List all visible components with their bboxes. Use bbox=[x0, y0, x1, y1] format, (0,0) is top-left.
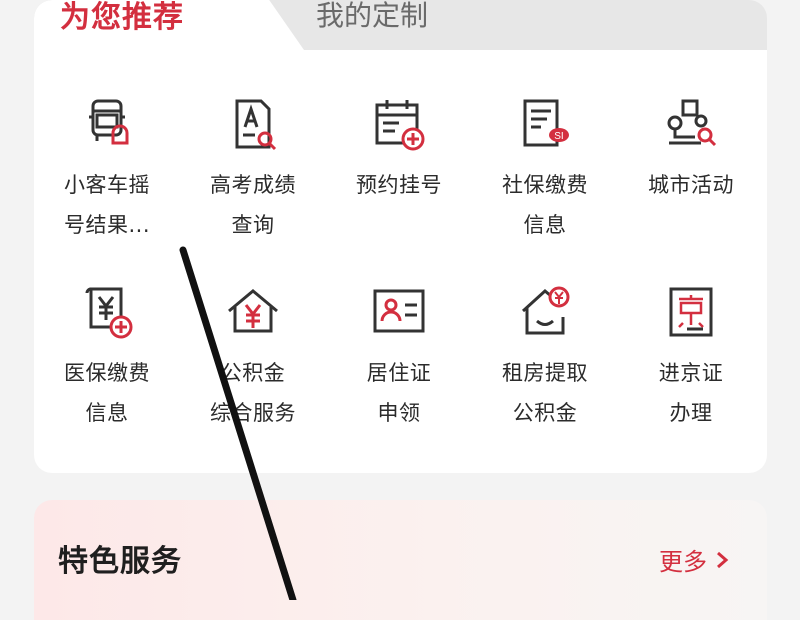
car-lottery-icon bbox=[89, 99, 129, 145]
more-label: 更多 bbox=[659, 548, 707, 576]
service-item-medical-insurance[interactable]: 医保缴费 信息 bbox=[34, 283, 180, 471]
service-label: 租房提取 公积金 bbox=[502, 361, 588, 425]
service-item-social-security[interactable]: SI 社保缴费 信息 bbox=[472, 95, 618, 283]
tab-customized[interactable]: 我的定制 bbox=[316, 0, 428, 34]
medical-insurance-icon bbox=[85, 287, 133, 339]
service-item-appointment[interactable]: 预约挂号 bbox=[326, 95, 472, 283]
tab-recommended-label: 为您推荐 bbox=[60, 0, 184, 35]
service-label: 进京证 办理 bbox=[658, 361, 724, 425]
service-label: 高考成绩 查询 bbox=[210, 173, 296, 237]
recommended-services-card: 小客车摇 号结果... 高考成绩 查询 预约挂号 SI 社保缴费 信息 城市活动… bbox=[34, 50, 767, 473]
beijing-pass-icon bbox=[669, 287, 713, 337]
feature-services-card: 特色服务 更多 bbox=[34, 500, 767, 620]
service-item-rent-withdraw[interactable]: 租房提取 公积金 bbox=[472, 283, 618, 471]
service-item-city-activity[interactable]: 城市活动 bbox=[618, 95, 764, 283]
service-item-car-lottery[interactable]: 小客车摇 号结果... bbox=[34, 95, 180, 283]
service-label: 医保缴费 信息 bbox=[64, 361, 150, 425]
more-link[interactable]: 更多 bbox=[659, 542, 729, 577]
residence-permit-icon bbox=[373, 289, 425, 333]
city-activity-icon bbox=[667, 99, 717, 147]
service-label: 社保缴费 信息 bbox=[502, 173, 588, 237]
service-label: 公积金 综合服务 bbox=[210, 361, 296, 425]
calendar-add-icon bbox=[375, 100, 425, 151]
exam-score-icon bbox=[235, 99, 277, 151]
service-item-exam-score[interactable]: 高考成绩 查询 bbox=[180, 95, 326, 283]
service-grid: 小客车摇 号结果... 高考成绩 查询 预约挂号 SI 社保缴费 信息 城市活动… bbox=[34, 95, 767, 471]
service-item-beijing-pass[interactable]: 进京证 办理 bbox=[618, 283, 764, 471]
service-item-residence-permit[interactable]: 居住证 申领 bbox=[326, 283, 472, 471]
housing-fund-icon bbox=[228, 289, 278, 333]
feature-title: 特色服务 bbox=[58, 544, 182, 579]
service-item-housing-fund[interactable]: 公积金 综合服务 bbox=[180, 283, 326, 471]
service-label: 预约挂号 bbox=[356, 173, 442, 197]
social-security-icon: SI bbox=[523, 99, 569, 147]
svg-text:SI: SI bbox=[554, 131, 563, 142]
tab-recommended[interactable]: 为您推荐 bbox=[34, 0, 256, 50]
service-label: 城市活动 bbox=[648, 173, 734, 197]
rent-withdraw-icon bbox=[521, 286, 570, 335]
service-label: 居住证 申领 bbox=[366, 361, 432, 425]
service-label: 小客车摇 号结果... bbox=[63, 173, 151, 237]
tab-bar: 为您推荐 我的定制 bbox=[34, 0, 767, 50]
chevron-right-icon bbox=[717, 551, 729, 568]
